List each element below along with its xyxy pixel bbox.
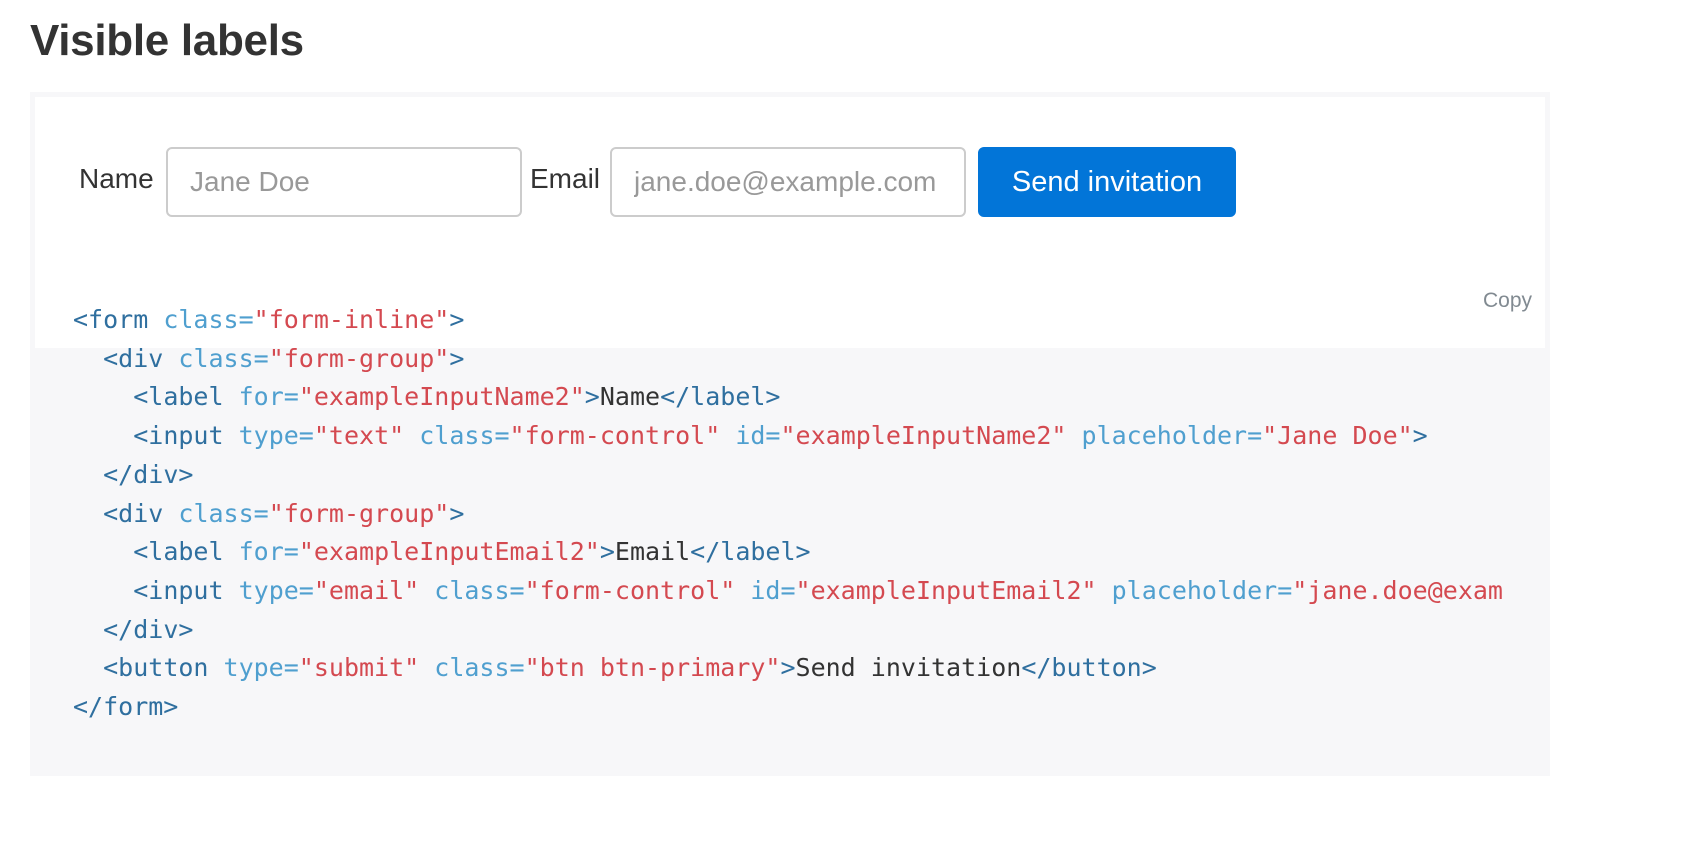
code-attribute: class= <box>419 421 510 451</box>
code-line: <input type="text" class="form-control" … <box>73 417 1505 456</box>
page-title: Visible labels <box>30 16 304 65</box>
code-attribute: placeholder= <box>1111 575 1293 605</box>
code-text: Email <box>614 537 691 567</box>
name-input[interactable] <box>166 147 522 217</box>
code-string: "form-group" <box>268 498 450 528</box>
code-text: Name <box>599 382 661 412</box>
code-string: "jane.doe@example.com" <box>1292 575 1505 605</box>
code-attribute: class= <box>434 653 525 683</box>
code-line: <label for="exampleInputName2">Name</lab… <box>73 378 1505 417</box>
code-tag: > <box>449 343 465 373</box>
code-string: "exampleInputName2" <box>780 421 1067 451</box>
code-string: "exampleInputEmail2" <box>298 537 600 567</box>
code-tag: </form> <box>73 692 179 722</box>
code-string: "submit" <box>298 653 420 683</box>
code-tag: > <box>1412 421 1428 451</box>
code-attribute: class= <box>434 575 525 605</box>
code-tag: > <box>780 653 796 683</box>
code-tag: </div> <box>103 459 194 489</box>
code-tag: <button <box>103 653 209 683</box>
code-line: <label for="exampleInputEmail2">Email</l… <box>73 533 1505 572</box>
code-attribute: type= <box>238 421 314 451</box>
code-string: "btn btn-primary" <box>524 653 781 683</box>
code-attribute: class= <box>163 305 254 334</box>
code-tag: > <box>449 305 465 334</box>
code-tag: > <box>584 382 600 412</box>
code-line: </div> <box>73 611 1505 650</box>
code-text: Send invitation <box>795 653 1022 683</box>
code-tag: > <box>599 537 615 567</box>
code-attribute: for= <box>238 537 299 567</box>
code-line: <input type="email" class="form-control"… <box>73 572 1505 611</box>
code-attribute: type= <box>223 653 299 683</box>
code-tag: </div> <box>103 614 194 644</box>
email-input[interactable] <box>610 147 966 217</box>
code-block: <form class="form-inline"> <div class="f… <box>73 301 1505 741</box>
code-string: "form-group" <box>268 343 450 373</box>
email-label: Email <box>530 163 601 194</box>
code-string: "text" <box>313 421 405 451</box>
code-line: <form class="form-inline"> <box>73 301 1505 340</box>
code-string: "email" <box>313 575 420 605</box>
code-tag: <form <box>73 305 149 334</box>
code-tag: <label <box>133 537 224 567</box>
example-wrapper: Name Email Send invitation Copy <form cl… <box>30 92 1550 776</box>
code-tag: </label> <box>660 382 781 412</box>
code-tag: </label> <box>690 537 811 567</box>
code-line: <div class="form-group"> <box>73 495 1505 534</box>
code-attribute: for= <box>238 382 299 412</box>
code-string: "exampleInputEmail2" <box>795 575 1097 605</box>
code-attribute: id= <box>735 421 781 451</box>
code-string: "form-control" <box>509 421 721 451</box>
code-attribute: type= <box>238 575 314 605</box>
code-attribute: class= <box>178 343 269 373</box>
code-line: </form> <box>73 688 1505 727</box>
code-string: "Jane Doe" <box>1262 421 1413 451</box>
code-string: "exampleInputName2" <box>298 382 585 412</box>
code-tag: <input <box>133 421 224 451</box>
code-tag: </button> <box>1021 653 1157 683</box>
code-tag: <input <box>133 575 224 605</box>
code-attribute: id= <box>750 575 796 605</box>
send-invitation-button[interactable]: Send invitation <box>978 147 1236 217</box>
code-tag: <label <box>133 382 224 412</box>
code-tag: > <box>449 498 465 528</box>
code-line: <button type="submit" class="btn btn-pri… <box>73 649 1505 688</box>
code-attribute: placeholder= <box>1081 421 1263 451</box>
code-string: "form-control" <box>524 575 736 605</box>
code-line: <div class="form-group"> <box>73 340 1505 379</box>
code-line: </div> <box>73 456 1505 495</box>
code-string: "form-inline" <box>253 305 450 334</box>
name-label: Name <box>79 163 154 194</box>
code-tag: <div <box>103 498 164 528</box>
code-attribute: class= <box>178 498 269 528</box>
code-tag: <div <box>103 343 164 373</box>
